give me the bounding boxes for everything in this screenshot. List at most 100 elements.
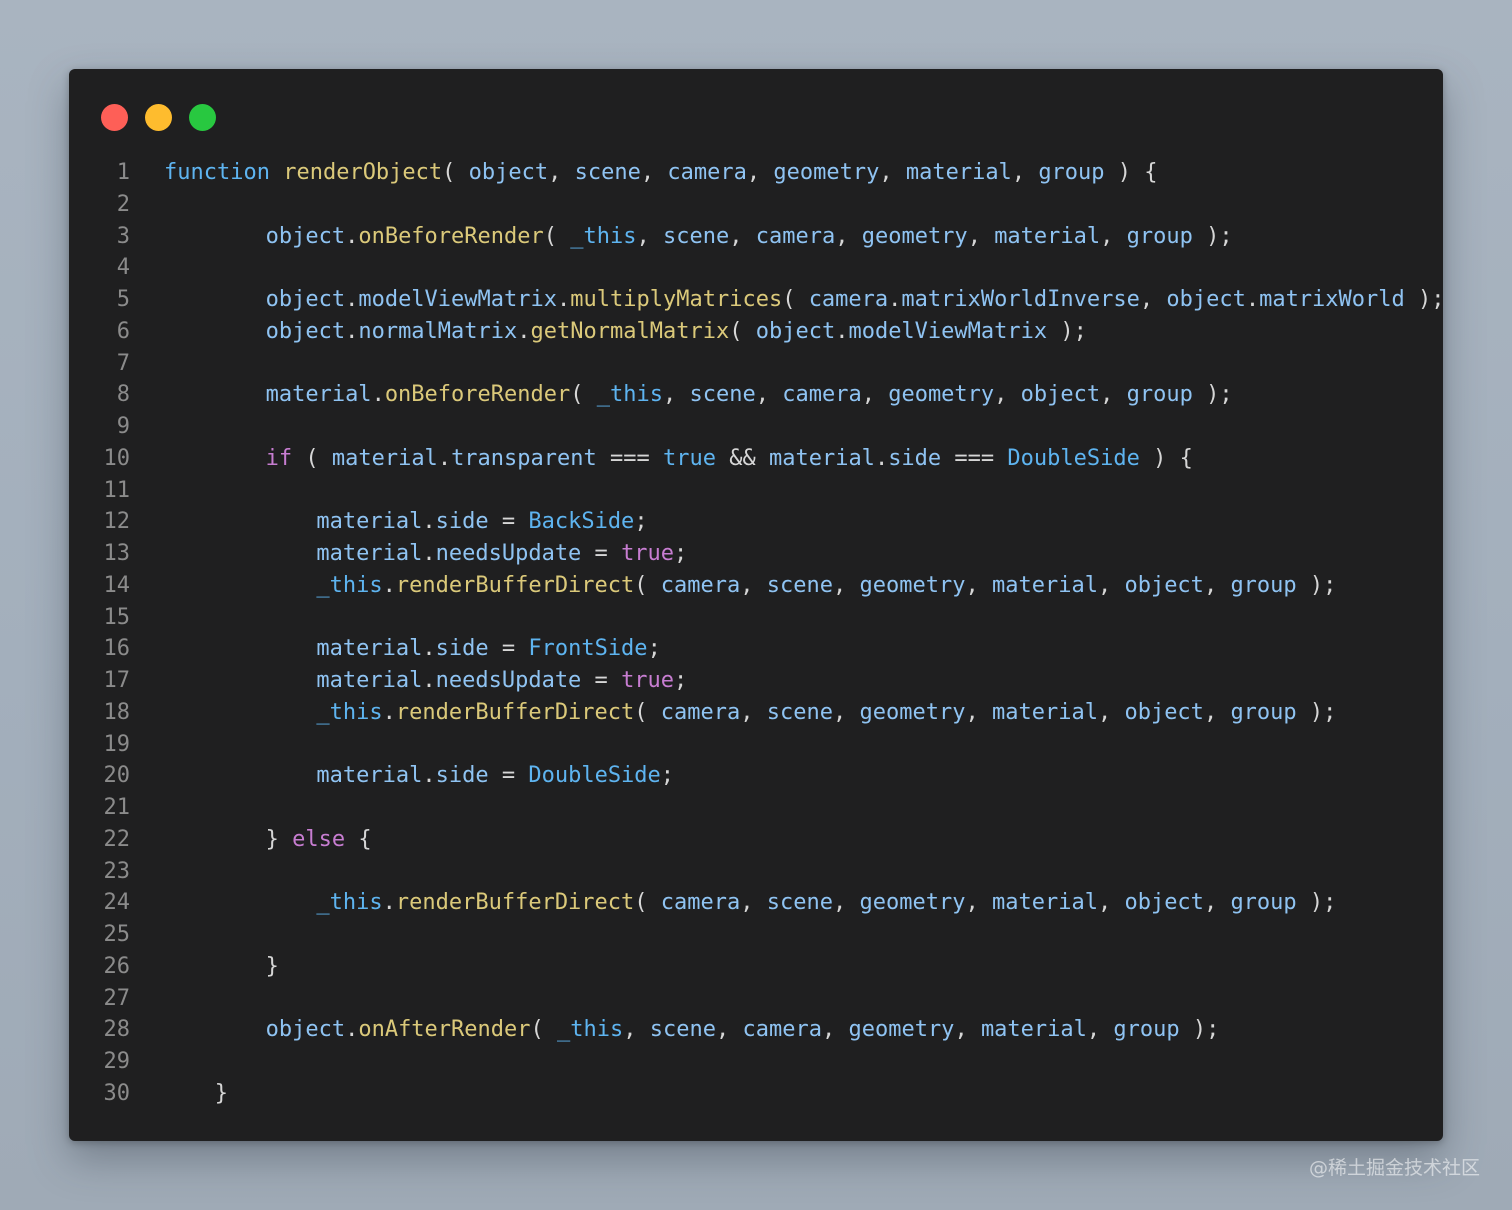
- code-token: .: [382, 572, 396, 598]
- code-token: );: [1296, 890, 1337, 916]
- code-token: geometry: [888, 382, 995, 408]
- code-token: ,: [740, 890, 767, 916]
- code-token: .: [1245, 287, 1260, 312]
- code-line: 15: [69, 602, 1443, 634]
- code-token: ,: [965, 572, 992, 598]
- code-token: =: [488, 763, 529, 789]
- code-token: needsUpdate: [435, 668, 582, 693]
- code-token: ,: [994, 382, 1021, 408]
- code-token: transparent: [451, 445, 597, 471]
- code-token: object: [1020, 382, 1101, 408]
- code-token: (: [570, 382, 597, 408]
- code-line: 27: [69, 983, 1443, 1015]
- code-line: 13 material.needsUpdate = true;: [69, 538, 1443, 570]
- close-window-button[interactable]: [101, 104, 128, 131]
- code-token: .: [422, 668, 436, 693]
- code-token: _this: [570, 223, 637, 249]
- code-token: matrixWorldInverse: [901, 287, 1140, 312]
- code-token: =: [581, 541, 622, 566]
- code-token: }: [265, 826, 293, 852]
- code-token: ,: [740, 572, 767, 598]
- code-token: camera: [660, 572, 741, 598]
- code-token: object: [1124, 890, 1204, 916]
- code-token: material: [316, 668, 423, 693]
- code-token: ,: [746, 160, 774, 185]
- code-token: side: [435, 636, 489, 662]
- line-number: 23: [103, 858, 131, 884]
- code-token: ) {: [1104, 160, 1158, 185]
- line-number: 12: [103, 509, 131, 535]
- code-token: }: [214, 1080, 229, 1106]
- code-token: _this: [557, 1017, 624, 1043]
- code-token: geometry: [859, 572, 966, 598]
- code-token: .: [835, 318, 849, 344]
- code-line: 11: [69, 475, 1443, 507]
- code-token: ,: [1011, 160, 1039, 185]
- code-token: group: [1230, 890, 1297, 916]
- code-token: .: [874, 445, 889, 471]
- line-number: 25: [103, 922, 131, 947]
- code-token: object: [1124, 699, 1204, 725]
- line-number: 21: [103, 795, 131, 820]
- code-token: .: [345, 1017, 359, 1043]
- code-token: geometry: [848, 1017, 955, 1043]
- code-line: 10 if ( material.transparent === true && …: [69, 443, 1443, 475]
- code-line: 22} else {: [69, 824, 1443, 856]
- code-token: =: [581, 668, 622, 693]
- code-token: ,: [821, 1017, 849, 1043]
- code-token: FrontSide: [528, 636, 648, 662]
- code-text: _this.renderBufferDirect( camera, scene,…: [316, 887, 1336, 919]
- code-line: 4: [69, 252, 1443, 284]
- code-token: (: [530, 1017, 558, 1043]
- line-number: 9: [116, 414, 130, 439]
- code-token: renderBufferDirect: [395, 890, 635, 916]
- code-line: 18 _this.renderBufferDirect( camera, scen…: [69, 697, 1443, 729]
- code-token: camera: [667, 160, 747, 185]
- code-token: object: [1166, 287, 1246, 312]
- code-token: matrixWorld: [1259, 287, 1405, 312]
- code-token: ,: [640, 160, 668, 185]
- code-token: .: [371, 382, 385, 408]
- code-token: ,: [1100, 223, 1127, 249]
- code-token: camera: [660, 890, 741, 916]
- code-token: material: [316, 541, 423, 566]
- code-token: ,: [1203, 572, 1231, 598]
- code-token: );: [1047, 318, 1087, 344]
- code-line: 6 object.normalMatrix.getNormalMatrix( ob…: [69, 316, 1443, 348]
- code-text: material.needsUpdate = true;: [316, 538, 687, 570]
- code-token: ===: [941, 445, 1008, 471]
- code-token: ,: [1203, 699, 1231, 725]
- code-token: ;: [647, 636, 661, 662]
- code-line: 28 object.onAfterRender( _this, scene, ca…: [69, 1014, 1443, 1046]
- code-token: object: [265, 318, 346, 344]
- code-token: ,: [740, 699, 767, 725]
- code-token: else: [292, 826, 346, 852]
- minimize-window-button[interactable]: [145, 104, 172, 131]
- code-token: scene: [766, 890, 834, 916]
- maximize-window-button[interactable]: [189, 104, 216, 131]
- code-line: 9: [69, 411, 1443, 443]
- code-token: geometry: [859, 699, 966, 725]
- code-token: (: [729, 318, 756, 344]
- code-token: material: [991, 699, 1098, 725]
- line-number: 24: [103, 890, 131, 916]
- line-number: 11: [103, 477, 131, 503]
- code-token: multiplyMatrices: [570, 287, 783, 312]
- code-token: .: [422, 541, 436, 566]
- code-token: BackSide: [528, 509, 635, 535]
- code-token: group: [1126, 223, 1193, 249]
- code-text: object.onBeforeRender( _this, scene, cam…: [266, 221, 1233, 253]
- code-token: );: [1296, 699, 1337, 725]
- line-number: 1: [116, 160, 130, 185]
- line-number: 26: [103, 953, 131, 979]
- code-token: _this: [316, 572, 383, 598]
- code-token: .: [888, 287, 902, 312]
- code-token: side: [435, 509, 489, 535]
- watermark: @稀土掘金技术社区: [1308, 1157, 1480, 1179]
- code-line: 5 object.modelViewMatrix.multiplyMatrices…: [69, 284, 1445, 316]
- code-token: ;: [660, 763, 675, 789]
- code-text: function renderObject( object, scene, ca…: [164, 157, 1158, 189]
- code-text: _this.renderBufferDirect( camera, scene,…: [316, 697, 1336, 729]
- code-token: material: [991, 572, 1098, 598]
